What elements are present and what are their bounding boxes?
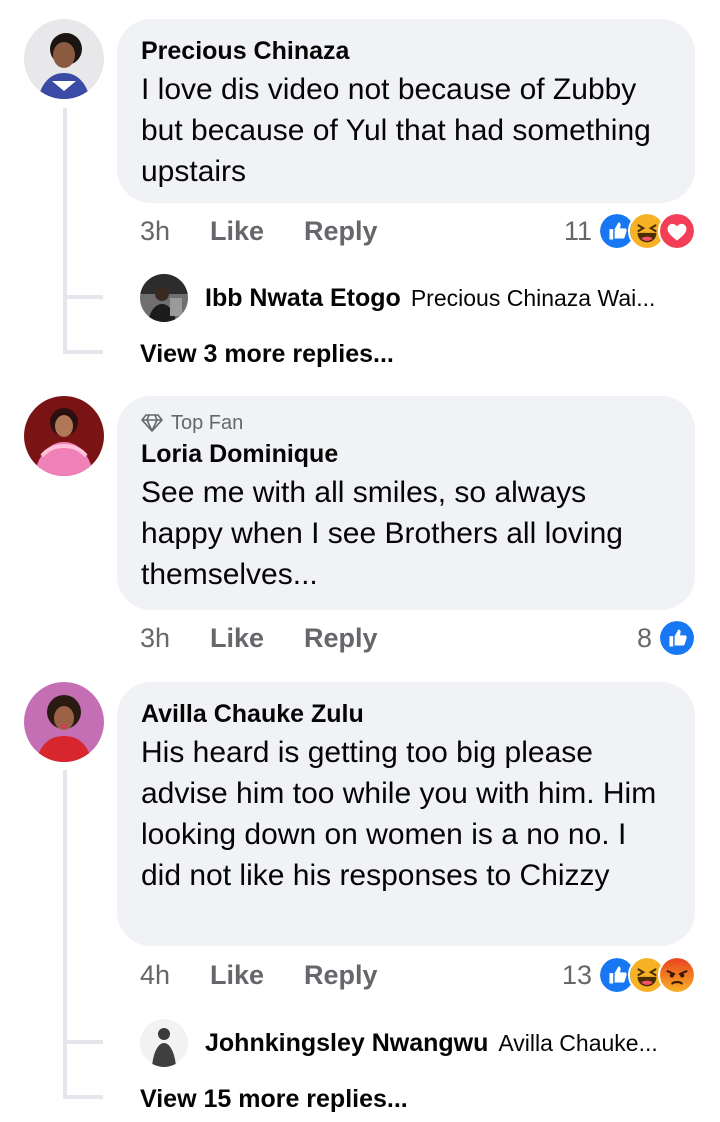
like-button[interactable]: Like bbox=[210, 960, 264, 991]
comment-author[interactable]: Loria Dominique bbox=[141, 440, 671, 468]
reaction-summary[interactable]: 13 bbox=[562, 956, 696, 994]
reply-text: Avilla Chauke... bbox=[498, 1029, 658, 1056]
reply-button[interactable]: Reply bbox=[304, 623, 378, 654]
comment-text: I love dis video not because of Zubby bu… bbox=[141, 73, 651, 188]
comment-actions: 3h Like Reply bbox=[140, 216, 418, 247]
reply-author[interactable]: Johnkingsley Nwangwu bbox=[205, 1029, 488, 1058]
comment-actions: 3h Like Reply bbox=[140, 623, 418, 654]
comment-text: His heard is getting too big please advi… bbox=[141, 736, 657, 892]
reply-text: Precious Chinaza Wai... bbox=[410, 284, 656, 311]
reply-button[interactable]: Reply bbox=[304, 216, 378, 247]
comment-actions: 4h Like Reply bbox=[140, 960, 418, 991]
diamond-icon bbox=[141, 414, 163, 432]
like-button[interactable]: Like bbox=[210, 216, 264, 247]
thread-connector bbox=[63, 1040, 103, 1044]
reaction-count: 11 bbox=[563, 215, 592, 246]
reply-preview[interactable]: Johnkingsley Nwangwu Avilla Chauke... bbox=[140, 1019, 658, 1067]
love-icon bbox=[658, 212, 696, 250]
angry-icon bbox=[658, 956, 696, 994]
thread-connector bbox=[63, 295, 103, 299]
reply-author[interactable]: Ibb Nwata Etogo bbox=[205, 284, 401, 313]
avatar[interactable] bbox=[140, 1019, 188, 1067]
view-more-replies[interactable]: View 3 more replies... bbox=[140, 340, 394, 369]
like-icon bbox=[658, 619, 696, 657]
comment-text: See me with all smiles, so always happy … bbox=[141, 476, 623, 591]
comment-bubble: Avilla Chauke Zulu His heard is getting … bbox=[117, 682, 695, 946]
comment-author[interactable]: Precious Chinaza bbox=[141, 37, 671, 65]
like-button[interactable]: Like bbox=[210, 623, 264, 654]
top-fan-badge: Top Fan bbox=[141, 412, 671, 434]
comment-author[interactable]: Avilla Chauke Zulu bbox=[141, 700, 671, 728]
view-more-replies[interactable]: View 15 more replies... bbox=[140, 1085, 408, 1114]
reaction-summary[interactable]: 8 bbox=[637, 619, 696, 657]
reaction-count: 8 bbox=[636, 622, 652, 653]
thread-connector bbox=[63, 350, 103, 354]
reply-preview[interactable]: Ibb Nwata Etogo Precious Chinaza Wai... bbox=[140, 274, 655, 322]
reaction-summary[interactable]: 11 bbox=[564, 212, 696, 250]
comment-bubble: Top Fan Loria Dominique See me with all … bbox=[117, 396, 695, 610]
comment-bubble: Precious Chinaza I love dis video not be… bbox=[117, 19, 695, 203]
comment-timestamp[interactable]: 3h bbox=[140, 623, 210, 654]
thread-line bbox=[63, 108, 67, 353]
comment-timestamp[interactable]: 3h bbox=[140, 216, 210, 247]
avatar[interactable] bbox=[140, 274, 188, 322]
reply-button[interactable]: Reply bbox=[304, 960, 378, 991]
avatar[interactable] bbox=[24, 19, 104, 99]
reaction-count: 13 bbox=[561, 959, 592, 990]
comment-timestamp[interactable]: 4h bbox=[140, 960, 210, 991]
avatar[interactable] bbox=[24, 396, 104, 476]
thread-line bbox=[63, 770, 67, 1098]
top-fan-label: Top Fan bbox=[171, 412, 244, 434]
thread-connector bbox=[63, 1095, 103, 1099]
avatar[interactable] bbox=[24, 682, 104, 762]
